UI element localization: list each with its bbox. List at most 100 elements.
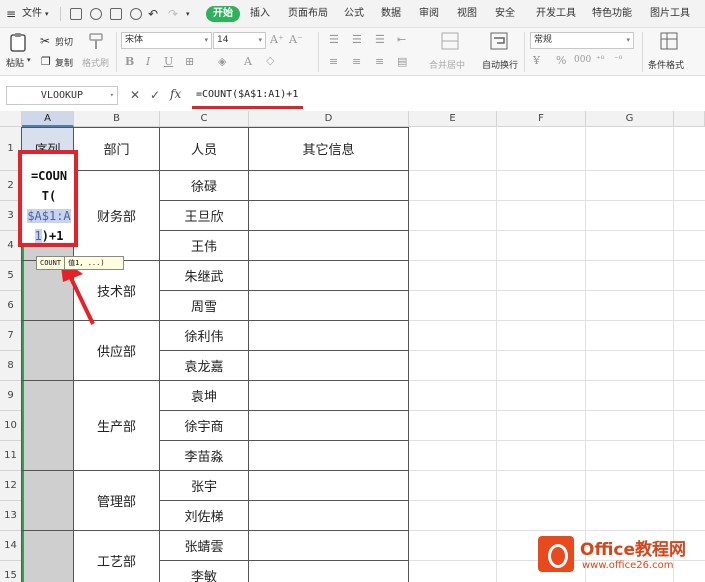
- align-top-icon[interactable]: ☰: [329, 33, 339, 46]
- thousands-icon[interactable]: 000: [574, 55, 591, 65]
- quick-access-chevron-icon[interactable]: ▾: [186, 0, 190, 28]
- scissors-icon[interactable]: ✂: [40, 34, 50, 48]
- column-header-a[interactable]: A: [22, 111, 74, 127]
- tab-home[interactable]: 开始: [206, 6, 240, 22]
- column-header-extra[interactable]: [674, 111, 705, 127]
- increase-decimal-icon[interactable]: ⁺⁰: [596, 55, 604, 65]
- save-icon[interactable]: [70, 8, 82, 20]
- person-cell: 张蜻雲: [160, 531, 248, 560]
- row-header-13[interactable]: 13: [0, 501, 22, 531]
- conditional-format-icon[interactable]: [660, 32, 678, 50]
- cancel-icon[interactable]: ✕: [130, 88, 140, 102]
- name-box[interactable]: VLOOKUP ▾: [6, 86, 118, 105]
- table-border-horizontal: [160, 440, 409, 441]
- person-cell: 张宇: [160, 471, 248, 500]
- italic-icon[interactable]: I: [146, 55, 150, 68]
- column-header-c[interactable]: C: [160, 111, 249, 127]
- column-header-e[interactable]: E: [409, 111, 497, 127]
- column-header-d[interactable]: D: [249, 111, 409, 127]
- table-border-vertical: [159, 127, 160, 582]
- file-menu-chevron-icon[interactable]: ▾: [45, 0, 49, 28]
- row-header-12[interactable]: 12: [0, 471, 22, 501]
- increase-font-icon[interactable]: A⁺: [270, 33, 284, 46]
- decrease-font-icon[interactable]: A⁻: [289, 33, 303, 46]
- align-left-icon[interactable]: ≡: [329, 55, 338, 68]
- paste-button[interactable]: 粘贴: [6, 56, 24, 69]
- tab-picture-tools[interactable]: 图片工具: [650, 0, 690, 28]
- format-painter-icon[interactable]: [88, 32, 104, 50]
- column-header-f[interactable]: F: [497, 111, 586, 127]
- currency-icon[interactable]: ¥: [533, 54, 540, 67]
- font-size-select[interactable]: 14 ▾: [213, 32, 266, 49]
- number-format-select[interactable]: 常规 ▾: [530, 32, 634, 49]
- row-header-5[interactable]: 5: [0, 261, 22, 291]
- redo-icon[interactable]: ↷: [168, 0, 178, 28]
- paste-chevron-icon[interactable]: ▾: [27, 56, 31, 64]
- editing-cell-content[interactable]: =COUN T( $A$1:A 1)+1: [24, 166, 74, 246]
- table-header-cell: 部门: [74, 127, 159, 170]
- select-all-corner[interactable]: [0, 111, 22, 127]
- border-icon[interactable]: ⊞: [185, 55, 194, 68]
- distribute-icon[interactable]: ▤: [397, 55, 407, 68]
- tab-security[interactable]: 安全: [495, 0, 515, 28]
- merge-center-button[interactable]: 合并居中: [429, 58, 465, 71]
- tab-special-features[interactable]: 特色功能: [592, 0, 632, 28]
- percent-icon[interactable]: %: [556, 54, 566, 67]
- tab-view[interactable]: 视图: [457, 0, 477, 28]
- wrap-text-button[interactable]: 自动换行: [482, 58, 518, 71]
- edit-line-4-rest: )+1: [41, 229, 64, 243]
- undo-icon[interactable]: ↶: [148, 0, 158, 28]
- underline-icon[interactable]: U: [164, 55, 173, 68]
- clear-format-icon[interactable]: ◇: [266, 54, 274, 67]
- tab-insert[interactable]: 插入: [250, 0, 270, 28]
- row-header-9[interactable]: 9: [0, 381, 22, 411]
- copy-icon[interactable]: ❐: [41, 55, 51, 68]
- auto-save-icon[interactable]: [90, 8, 102, 20]
- indent-decrease-icon[interactable]: ⇤: [397, 33, 406, 46]
- row-header-14[interactable]: 14: [0, 531, 22, 561]
- hamburger-menu-icon[interactable]: ≡: [6, 0, 16, 28]
- print-preview-icon[interactable]: [130, 8, 142, 20]
- merge-center-icon[interactable]: [441, 32, 459, 50]
- row-header-11[interactable]: 11: [0, 441, 22, 471]
- copy-button[interactable]: 复制: [55, 56, 73, 69]
- row-header-7[interactable]: 7: [0, 321, 22, 351]
- column-header-b[interactable]: B: [74, 111, 160, 127]
- conditional-format-button[interactable]: 条件格式: [648, 58, 684, 71]
- person-cell: 李敏: [160, 561, 248, 582]
- spreadsheet-grid[interactable]: ABCDEFG123456789101112131415序列部门人员其它信息财务…: [0, 111, 705, 582]
- align-right-icon[interactable]: ≡: [375, 55, 384, 68]
- table-border-horizontal: [160, 560, 409, 561]
- row-header-15[interactable]: 15: [0, 561, 22, 582]
- tab-review[interactable]: 审阅: [419, 0, 439, 28]
- align-center-icon[interactable]: ≡: [352, 55, 361, 68]
- fill-color-icon[interactable]: ◈: [218, 55, 226, 68]
- tab-page-layout[interactable]: 页面布局: [288, 0, 328, 28]
- font-name-select[interactable]: 宋体 ▾: [121, 32, 212, 49]
- tab-data[interactable]: 数据: [381, 0, 401, 28]
- tab-formulas[interactable]: 公式: [344, 0, 364, 28]
- row-header-8[interactable]: 8: [0, 351, 22, 381]
- bold-icon[interactable]: B: [125, 55, 134, 68]
- column-header-g[interactable]: G: [586, 111, 674, 127]
- cut-button[interactable]: 剪切: [55, 35, 73, 48]
- file-menu[interactable]: 文件: [22, 0, 42, 28]
- decrease-decimal-icon[interactable]: ⁻⁰: [614, 55, 622, 65]
- confirm-icon[interactable]: ✓: [150, 88, 160, 102]
- print-icon[interactable]: [110, 8, 122, 20]
- font-size-value: 14: [217, 35, 229, 45]
- font-color-icon[interactable]: A: [244, 55, 252, 68]
- wrap-text-icon[interactable]: [490, 32, 508, 50]
- format-painter-button[interactable]: 格式刷: [82, 56, 109, 69]
- align-bottom-icon[interactable]: ☰: [375, 33, 385, 46]
- insert-function-icon[interactable]: fx: [170, 87, 181, 101]
- table-border-horizontal: [160, 410, 409, 411]
- align-middle-icon[interactable]: ☰: [352, 33, 362, 46]
- paste-icon[interactable]: [8, 32, 28, 52]
- tab-developer[interactable]: 开发工具: [536, 0, 576, 28]
- font-size-chevron-icon: ▾: [258, 36, 262, 44]
- department-cell: 财务部: [74, 171, 159, 260]
- row-header-6[interactable]: 6: [0, 291, 22, 321]
- row-header-10[interactable]: 10: [0, 411, 22, 441]
- formula-input[interactable]: =COUNT($A$1:A1)+1: [196, 89, 298, 100]
